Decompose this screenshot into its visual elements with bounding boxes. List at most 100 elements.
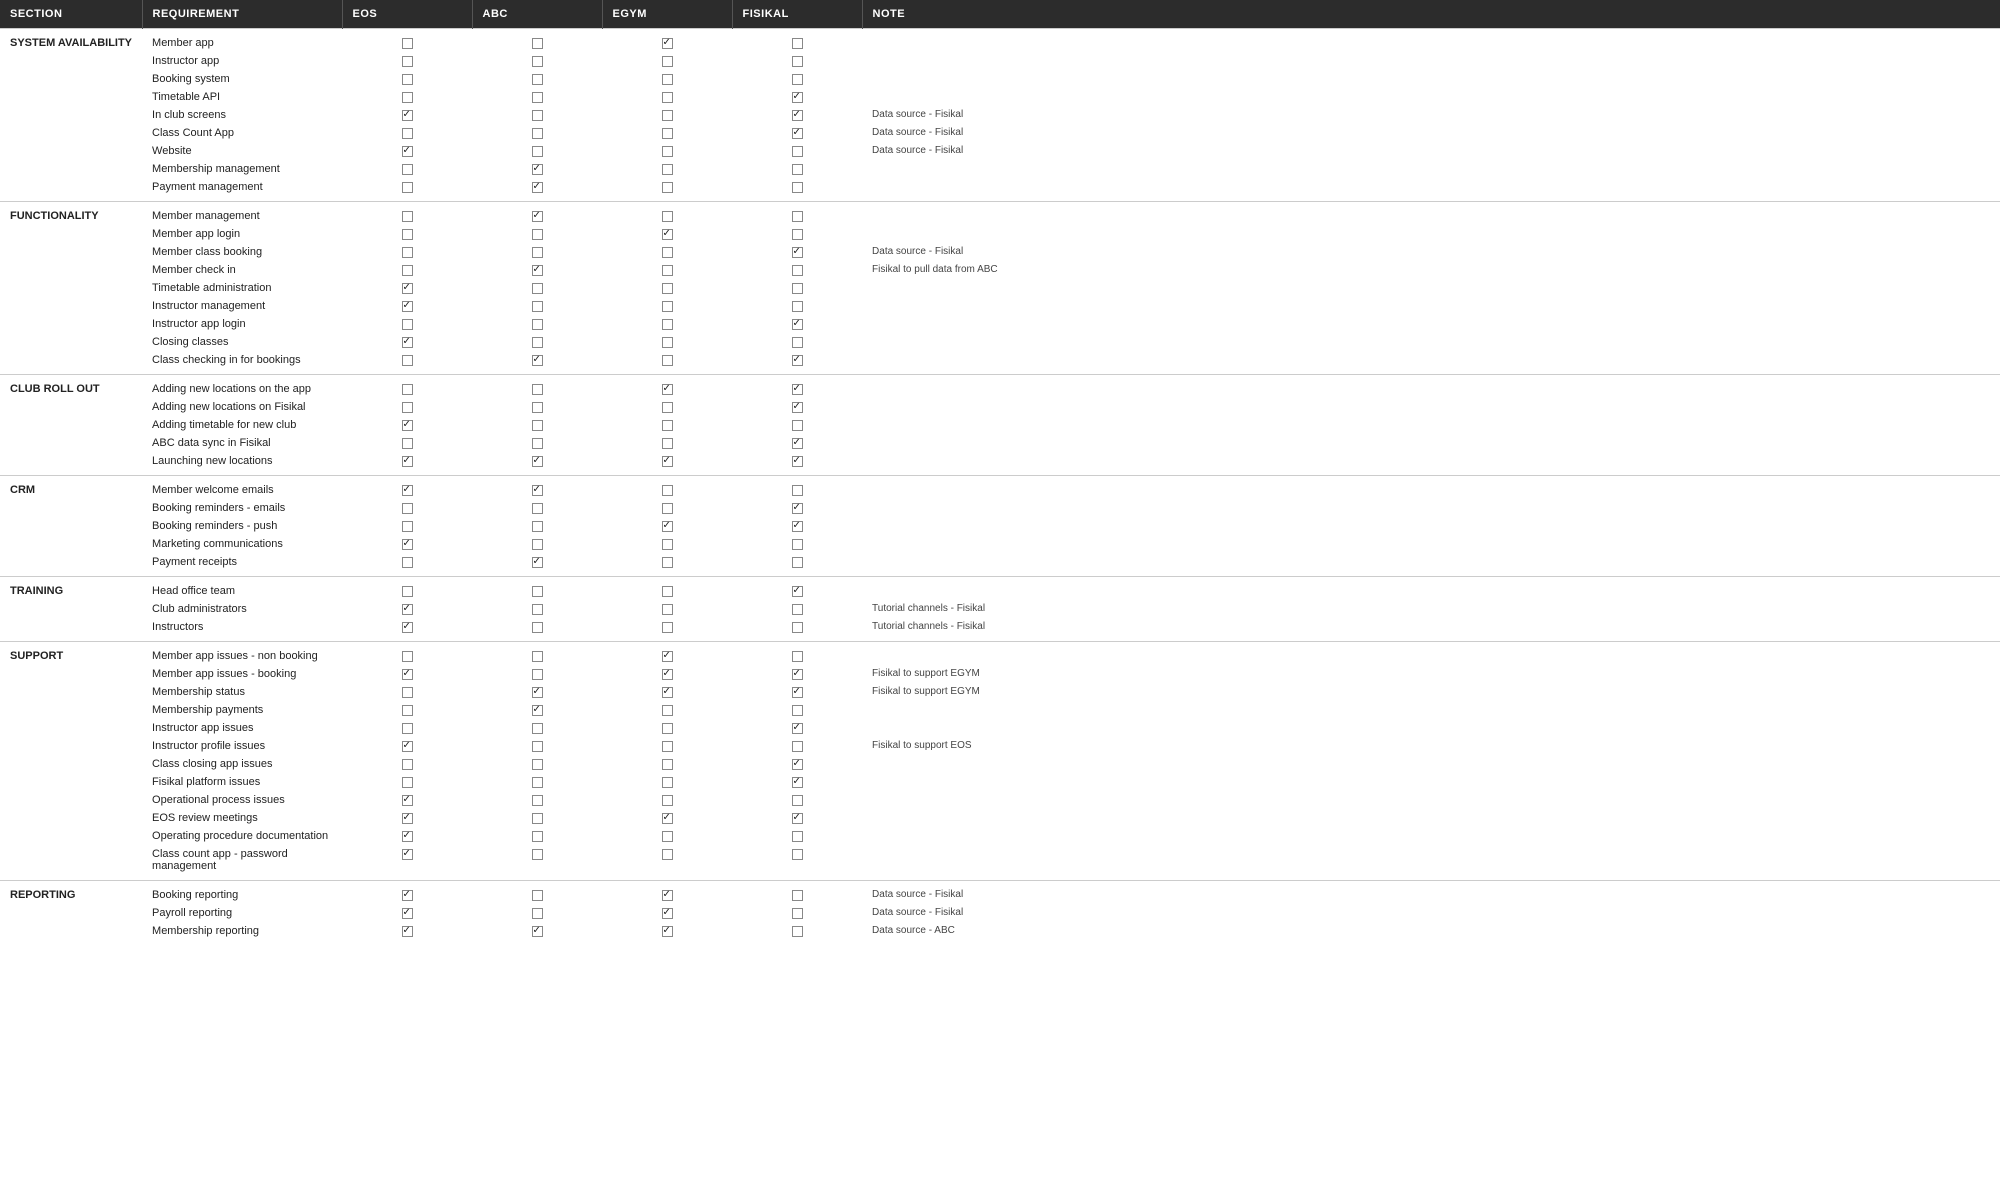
abc-checkbox[interactable] <box>472 922 602 945</box>
egym-checkbox[interactable] <box>602 665 732 683</box>
abc-checkbox[interactable] <box>472 333 602 351</box>
abc-checkbox[interactable] <box>472 416 602 434</box>
egym-checkbox[interactable] <box>602 827 732 845</box>
egym-checkbox[interactable] <box>602 517 732 535</box>
fisikal-checkbox[interactable] <box>732 665 862 683</box>
eos-checkbox[interactable] <box>342 922 472 945</box>
eos-checkbox[interactable] <box>342 202 472 226</box>
egym-checkbox[interactable] <box>602 315 732 333</box>
eos-checkbox[interactable] <box>342 737 472 755</box>
eos-checkbox[interactable] <box>342 600 472 618</box>
abc-checkbox[interactable] <box>472 315 602 333</box>
fisikal-checkbox[interactable] <box>732 881 862 905</box>
eos-checkbox[interactable] <box>342 279 472 297</box>
abc-checkbox[interactable] <box>472 142 602 160</box>
egym-checkbox[interactable] <box>602 476 732 500</box>
eos-checkbox[interactable] <box>342 642 472 666</box>
egym-checkbox[interactable] <box>602 106 732 124</box>
abc-checkbox[interactable] <box>472 773 602 791</box>
abc-checkbox[interactable] <box>472 279 602 297</box>
abc-checkbox[interactable] <box>472 29 602 53</box>
fisikal-checkbox[interactable] <box>732 375 862 399</box>
abc-checkbox[interactable] <box>472 791 602 809</box>
egym-checkbox[interactable] <box>602 70 732 88</box>
abc-checkbox[interactable] <box>472 665 602 683</box>
egym-checkbox[interactable] <box>602 333 732 351</box>
eos-checkbox[interactable] <box>342 351 472 375</box>
eos-checkbox[interactable] <box>342 791 472 809</box>
abc-checkbox[interactable] <box>472 881 602 905</box>
abc-checkbox[interactable] <box>472 577 602 601</box>
egym-checkbox[interactable] <box>602 737 732 755</box>
fisikal-checkbox[interactable] <box>732 315 862 333</box>
eos-checkbox[interactable] <box>342 297 472 315</box>
eos-checkbox[interactable] <box>342 160 472 178</box>
fisikal-checkbox[interactable] <box>732 70 862 88</box>
abc-checkbox[interactable] <box>472 809 602 827</box>
eos-checkbox[interactable] <box>342 375 472 399</box>
abc-checkbox[interactable] <box>472 160 602 178</box>
eos-checkbox[interactable] <box>342 577 472 601</box>
eos-checkbox[interactable] <box>342 243 472 261</box>
fisikal-checkbox[interactable] <box>732 178 862 202</box>
fisikal-checkbox[interactable] <box>732 845 862 881</box>
egym-checkbox[interactable] <box>602 434 732 452</box>
egym-checkbox[interactable] <box>602 904 732 922</box>
abc-checkbox[interactable] <box>472 719 602 737</box>
fisikal-checkbox[interactable] <box>732 351 862 375</box>
fisikal-checkbox[interactable] <box>732 791 862 809</box>
eos-checkbox[interactable] <box>342 665 472 683</box>
abc-checkbox[interactable] <box>472 88 602 106</box>
eos-checkbox[interactable] <box>342 499 472 517</box>
eos-checkbox[interactable] <box>342 881 472 905</box>
egym-checkbox[interactable] <box>602 351 732 375</box>
abc-checkbox[interactable] <box>472 434 602 452</box>
abc-checkbox[interactable] <box>472 517 602 535</box>
abc-checkbox[interactable] <box>472 243 602 261</box>
eos-checkbox[interactable] <box>342 618 472 642</box>
fisikal-checkbox[interactable] <box>732 142 862 160</box>
fisikal-checkbox[interactable] <box>732 737 862 755</box>
eos-checkbox[interactable] <box>342 809 472 827</box>
egym-checkbox[interactable] <box>602 701 732 719</box>
eos-checkbox[interactable] <box>342 719 472 737</box>
egym-checkbox[interactable] <box>602 261 732 279</box>
eos-checkbox[interactable] <box>342 178 472 202</box>
fisikal-checkbox[interactable] <box>732 773 862 791</box>
eos-checkbox[interactable] <box>342 333 472 351</box>
fisikal-checkbox[interactable] <box>732 452 862 476</box>
egym-checkbox[interactable] <box>602 124 732 142</box>
eos-checkbox[interactable] <box>342 398 472 416</box>
egym-checkbox[interactable] <box>602 922 732 945</box>
eos-checkbox[interactable] <box>342 553 472 577</box>
abc-checkbox[interactable] <box>472 845 602 881</box>
abc-checkbox[interactable] <box>472 452 602 476</box>
abc-checkbox[interactable] <box>472 827 602 845</box>
fisikal-checkbox[interactable] <box>732 701 862 719</box>
fisikal-checkbox[interactable] <box>732 476 862 500</box>
egym-checkbox[interactable] <box>602 683 732 701</box>
eos-checkbox[interactable] <box>342 29 472 53</box>
egym-checkbox[interactable] <box>602 755 732 773</box>
abc-checkbox[interactable] <box>472 225 602 243</box>
eos-checkbox[interactable] <box>342 535 472 553</box>
fisikal-checkbox[interactable] <box>732 922 862 945</box>
egym-checkbox[interactable] <box>602 577 732 601</box>
egym-checkbox[interactable] <box>602 297 732 315</box>
abc-checkbox[interactable] <box>472 178 602 202</box>
eos-checkbox[interactable] <box>342 70 472 88</box>
fisikal-checkbox[interactable] <box>732 243 862 261</box>
abc-checkbox[interactable] <box>472 701 602 719</box>
eos-checkbox[interactable] <box>342 124 472 142</box>
abc-checkbox[interactable] <box>472 683 602 701</box>
fisikal-checkbox[interactable] <box>732 124 862 142</box>
abc-checkbox[interactable] <box>472 375 602 399</box>
egym-checkbox[interactable] <box>602 553 732 577</box>
fisikal-checkbox[interactable] <box>732 279 862 297</box>
abc-checkbox[interactable] <box>472 70 602 88</box>
egym-checkbox[interactable] <box>602 719 732 737</box>
eos-checkbox[interactable] <box>342 142 472 160</box>
egym-checkbox[interactable] <box>602 881 732 905</box>
eos-checkbox[interactable] <box>342 88 472 106</box>
egym-checkbox[interactable] <box>602 499 732 517</box>
